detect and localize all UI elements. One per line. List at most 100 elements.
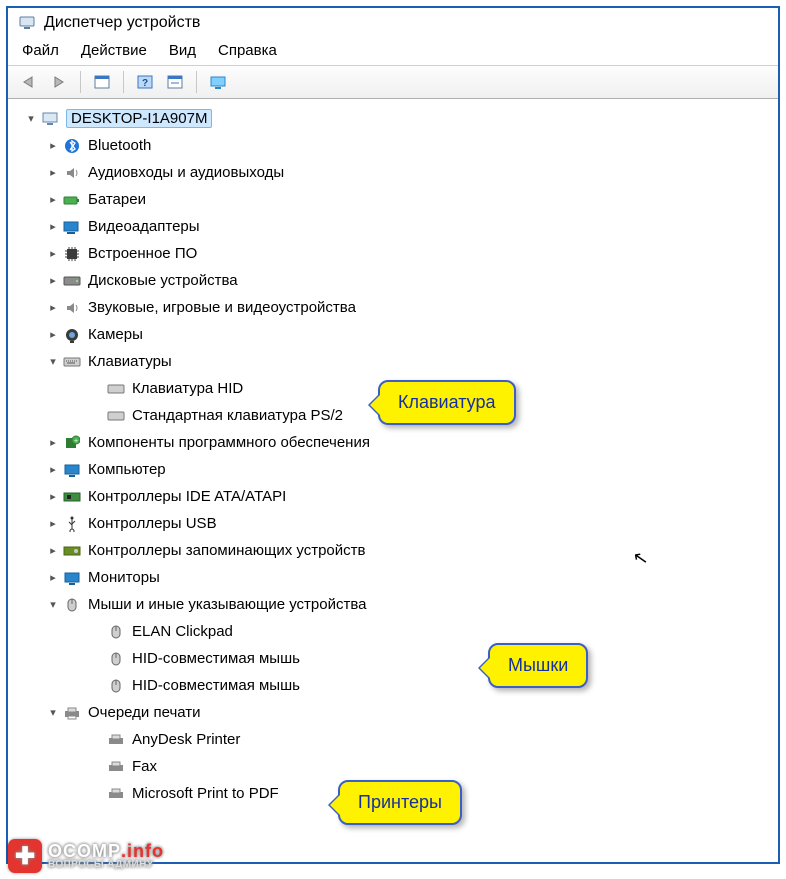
- cat-label: Мониторы: [88, 569, 160, 586]
- chevron-right-icon[interactable]: ▸: [46, 436, 60, 450]
- device-label: ELAN Clickpad: [132, 623, 233, 640]
- cat-label: Компьютер: [88, 461, 166, 478]
- chevron-right-icon[interactable]: ▸: [46, 328, 60, 342]
- cat-audio[interactable]: ▸ Аудиовходы и аудиовыходы: [12, 159, 774, 186]
- cat-label: Аудиовходы и аудиовыходы: [88, 164, 284, 181]
- cat-label: Bluetooth: [88, 137, 151, 154]
- chevron-right-icon[interactable]: ▸: [46, 463, 60, 477]
- chevron-right-icon[interactable]: ▸: [46, 274, 60, 288]
- cat-storage[interactable]: ▸ Контроллеры запоминающих устройств: [12, 537, 774, 564]
- properties-button[interactable]: [89, 70, 115, 94]
- monitor-icon: [62, 461, 82, 479]
- cat-label: Клавиатуры: [88, 353, 172, 370]
- svg-text:+: +: [74, 438, 78, 445]
- chevron-right-icon[interactable]: ▸: [46, 166, 60, 180]
- cat-camera[interactable]: ▸ Камеры: [12, 321, 774, 348]
- chip-icon: [62, 245, 82, 263]
- menu-file[interactable]: Файл: [22, 42, 59, 59]
- cat-print-queues[interactable]: ▾ Очереди печати: [12, 699, 774, 726]
- cat-sound[interactable]: ▸ Звуковые, игровые и видеоустройства: [12, 294, 774, 321]
- titlebar: Диспетчер устройств: [8, 8, 778, 36]
- cat-label: Дисковые устройства: [88, 272, 238, 289]
- speaker-icon: [62, 299, 82, 317]
- cat-monitor[interactable]: ▸ Мониторы: [12, 564, 774, 591]
- cat-label: Контроллеры запоминающих устройств: [88, 542, 365, 559]
- menu-view[interactable]: Вид: [169, 42, 196, 59]
- chevron-down-icon[interactable]: ▾: [46, 598, 60, 612]
- toolbar: ?: [8, 65, 778, 99]
- callout-mouse: Мышки: [488, 643, 588, 688]
- window-title: Диспетчер устройств: [44, 14, 200, 32]
- chevron-down-icon[interactable]: ▾: [46, 706, 60, 720]
- scan-button[interactable]: [162, 70, 188, 94]
- cursor-icon: ↖: [631, 547, 650, 570]
- cat-firmware[interactable]: ▸ Встроенное ПО: [12, 240, 774, 267]
- keyboard-icon: [62, 353, 82, 371]
- device-tree[interactable]: ▾ DESKTOP-I1A907M ▸ Bluetooth ▸ Аудиовхо…: [8, 99, 778, 811]
- software-component-icon: +: [62, 434, 82, 452]
- cat-label: Батареи: [88, 191, 146, 208]
- keyboard-icon: [106, 380, 126, 398]
- monitor-icon: [62, 569, 82, 587]
- menubar: Файл Действие Вид Справка: [8, 36, 778, 65]
- device-label: HID-совместимая мышь: [132, 677, 300, 694]
- chevron-right-icon[interactable]: ▸: [46, 301, 60, 315]
- device-label: Клавиатура HID: [132, 380, 243, 397]
- cat-label: Контроллеры IDE ATA/ATAPI: [88, 488, 286, 505]
- forward-button[interactable]: [46, 70, 72, 94]
- toolbar-separator: [80, 71, 81, 93]
- cat-mice[interactable]: ▾ Мыши и иные указывающие устройства: [12, 591, 774, 618]
- cat-usb[interactable]: ▸ Контроллеры USB: [12, 510, 774, 537]
- device-label: Microsoft Print to PDF: [132, 785, 279, 802]
- chevron-right-icon[interactable]: ▸: [46, 490, 60, 504]
- device-mouse-hid2[interactable]: ▸ HID-совместимая мышь: [12, 672, 774, 699]
- mouse-icon: [106, 677, 126, 695]
- plus-icon: ✚: [8, 839, 42, 873]
- chevron-right-icon[interactable]: ▸: [46, 571, 60, 585]
- help-button[interactable]: ?: [132, 70, 158, 94]
- printer-icon: [62, 704, 82, 722]
- toolbar-separator: [196, 71, 197, 93]
- cat-ide[interactable]: ▸ Контроллеры IDE ATA/ATAPI: [12, 483, 774, 510]
- cat-bluetooth[interactable]: ▸ Bluetooth: [12, 132, 774, 159]
- menu-action[interactable]: Действие: [81, 42, 147, 59]
- back-button[interactable]: [16, 70, 42, 94]
- camera-icon: [62, 326, 82, 344]
- chevron-down-icon[interactable]: ▾: [46, 355, 60, 369]
- chevron-right-icon[interactable]: ▸: [46, 247, 60, 261]
- keyboard-icon: [106, 407, 126, 425]
- cat-disk[interactable]: ▸ Дисковые устройства: [12, 267, 774, 294]
- menu-help[interactable]: Справка: [218, 42, 277, 59]
- device-label: HID-совместимая мышь: [132, 650, 300, 667]
- cat-softcomp[interactable]: ▸ + Компоненты программного обеспечения: [12, 429, 774, 456]
- mouse-icon: [106, 623, 126, 641]
- tree-root[interactable]: ▾ DESKTOP-I1A907M: [12, 105, 774, 132]
- mouse-icon: [106, 650, 126, 668]
- cat-label: Мыши и иные указывающие устройства: [88, 596, 366, 613]
- toolbar-separator: [123, 71, 124, 93]
- cat-video[interactable]: ▸ Видеоадаптеры: [12, 213, 774, 240]
- device-printer-fax[interactable]: ▸ Fax: [12, 753, 774, 780]
- chevron-right-icon[interactable]: ▸: [46, 544, 60, 558]
- device-printer-anydesk[interactable]: ▸ AnyDesk Printer: [12, 726, 774, 753]
- watermark: ✚ OCOMP.info ВОПРОСЫ АДМИНУ: [8, 839, 164, 873]
- chevron-down-icon[interactable]: ▾: [24, 112, 38, 126]
- chevron-right-icon[interactable]: ▸: [46, 517, 60, 531]
- callout-printer: Принтеры: [338, 780, 462, 825]
- cat-battery[interactable]: ▸ Батареи: [12, 186, 774, 213]
- cat-computer[interactable]: ▸ Компьютер: [12, 456, 774, 483]
- printer-icon: [106, 758, 126, 776]
- chevron-right-icon[interactable]: ▸: [46, 139, 60, 153]
- cat-label: Очереди печати: [88, 704, 201, 721]
- cat-keyboard[interactable]: ▾ Клавиатуры: [12, 348, 774, 375]
- bluetooth-icon: [62, 137, 82, 155]
- device-mouse-elan[interactable]: ▸ ELAN Clickpad: [12, 618, 774, 645]
- cat-label: Звуковые, игровые и видеоустройства: [88, 299, 356, 316]
- chevron-right-icon[interactable]: ▸: [46, 193, 60, 207]
- show-hidden-button[interactable]: [205, 70, 231, 94]
- device-mouse-hid1[interactable]: ▸ HID-совместимая мышь: [12, 645, 774, 672]
- root-label[interactable]: DESKTOP-I1A907M: [66, 109, 212, 128]
- usb-icon: [62, 515, 82, 533]
- chevron-right-icon[interactable]: ▸: [46, 220, 60, 234]
- callout-keyboard: Клавиатура: [378, 380, 516, 425]
